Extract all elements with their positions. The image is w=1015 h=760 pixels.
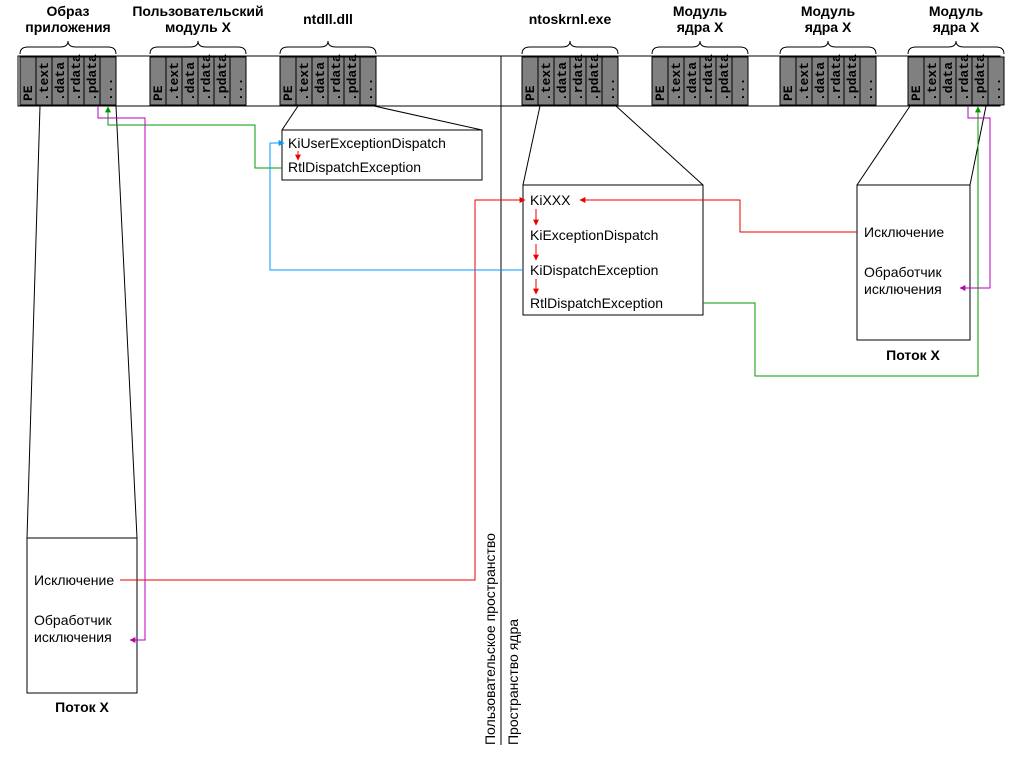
section-label: .text [37,62,52,101]
module-label: модуль X [165,19,232,35]
section-label: .text [669,62,684,101]
section-label: PE [653,85,668,101]
section-label: .pdata [85,54,100,101]
section-label: ... [733,78,748,101]
section-label: .data [941,62,956,101]
module-connectors [27,106,986,538]
ntos-fn1: KiXXX [530,192,571,208]
section-label: .text [167,62,182,101]
module-label: Модуль [673,3,728,19]
section-label: PE [781,85,796,101]
section-label: .text [925,62,940,101]
user-handler1: Обработчик [34,612,113,628]
section-label: PE [523,85,538,101]
brace-icon [780,41,876,54]
red-arrows [120,151,857,580]
user-handler2: исключения [34,629,112,645]
user-space-label: Пользовательское пространство [482,533,498,745]
section-label: ... [603,78,618,101]
section-label: PE [281,85,296,101]
module-label: Образ [46,3,89,19]
module-label: ntoskrnl.exe [529,11,612,27]
section-label: PE [21,85,36,101]
section-label: .rdata [957,54,972,101]
section-label: ... [989,78,1004,101]
section-label: .rdata [199,54,214,101]
exception-dispatch-diagram: ОбразприложенияPE.text.data.rdata.pdata.… [0,0,1015,760]
kernel-thread-label: Поток X [886,347,940,363]
brace-icon [522,41,618,54]
module-label: ntdll.dll [303,11,353,27]
section-label: .rdata [329,54,344,101]
module-label: ядра X [677,19,724,35]
section-label: .text [297,62,312,101]
ntdll-fn1: KiUserExceptionDispatch [288,135,446,151]
section-label: ... [361,78,376,101]
section-label: ... [231,78,246,101]
module-label: ядра X [805,19,852,35]
section-label: .data [183,62,198,101]
section-label: .data [685,62,700,101]
brace-icon [652,41,748,54]
module-label: ядра X [933,19,980,35]
section-label: .pdata [717,54,732,101]
section-label: ... [861,78,876,101]
kernel-handler1: Обработчик [864,264,943,280]
section-label: .rdata [571,54,586,101]
user-thread-box: Исключение Обработчик исключения Поток X [27,538,137,715]
section-label: PE [151,85,166,101]
module-label: Модуль [929,3,984,19]
section-label: .text [797,62,812,101]
module-label: Пользовательский [132,3,263,19]
section-label: PE [909,85,924,101]
section-label: .rdata [69,54,84,101]
ntos-fn4: RtlDispatchException [530,295,663,311]
kernel-handler2: исключения [864,281,942,297]
section-label: .pdata [845,54,860,101]
ntdll-functions-box: KiUserExceptionDispatch RtlDispatchExcep… [282,130,482,180]
kernel-space-label: Пространство ядра [505,619,521,745]
section-label: ... [101,78,116,101]
module-label: приложения [25,19,110,35]
section-label: .pdata [587,54,602,101]
section-label: .rdata [701,54,716,101]
ntdll-fn2: RtlDispatchException [288,159,421,175]
ntos-fn2: KiExceptionDispatch [530,227,658,243]
user-exc: Исключение [34,572,114,588]
brace-icon [150,41,246,54]
ntos-fn3: KiDispatchException [530,262,658,278]
section-label: .pdata [215,54,230,101]
kernel-thread-box: Исключение Обработчик исключения Поток X [857,185,970,363]
ntos-functions-box: KiXXX KiExceptionDispatch KiDispatchExce… [523,185,703,315]
section-label: .rdata [829,54,844,101]
section-label: .pdata [345,54,360,101]
section-label: .data [813,62,828,101]
brace-icon [20,41,116,54]
brace-icon [280,41,376,54]
section-label: .text [539,62,554,101]
user-thread-label: Поток X [55,699,109,715]
section-label: .data [313,62,328,101]
kernel-exc: Исключение [864,224,944,240]
section-label: .data [555,62,570,101]
brace-icon [908,41,1004,54]
module-label: Модуль [801,3,856,19]
section-label: .data [53,62,68,101]
section-label: .pdata [973,54,988,101]
